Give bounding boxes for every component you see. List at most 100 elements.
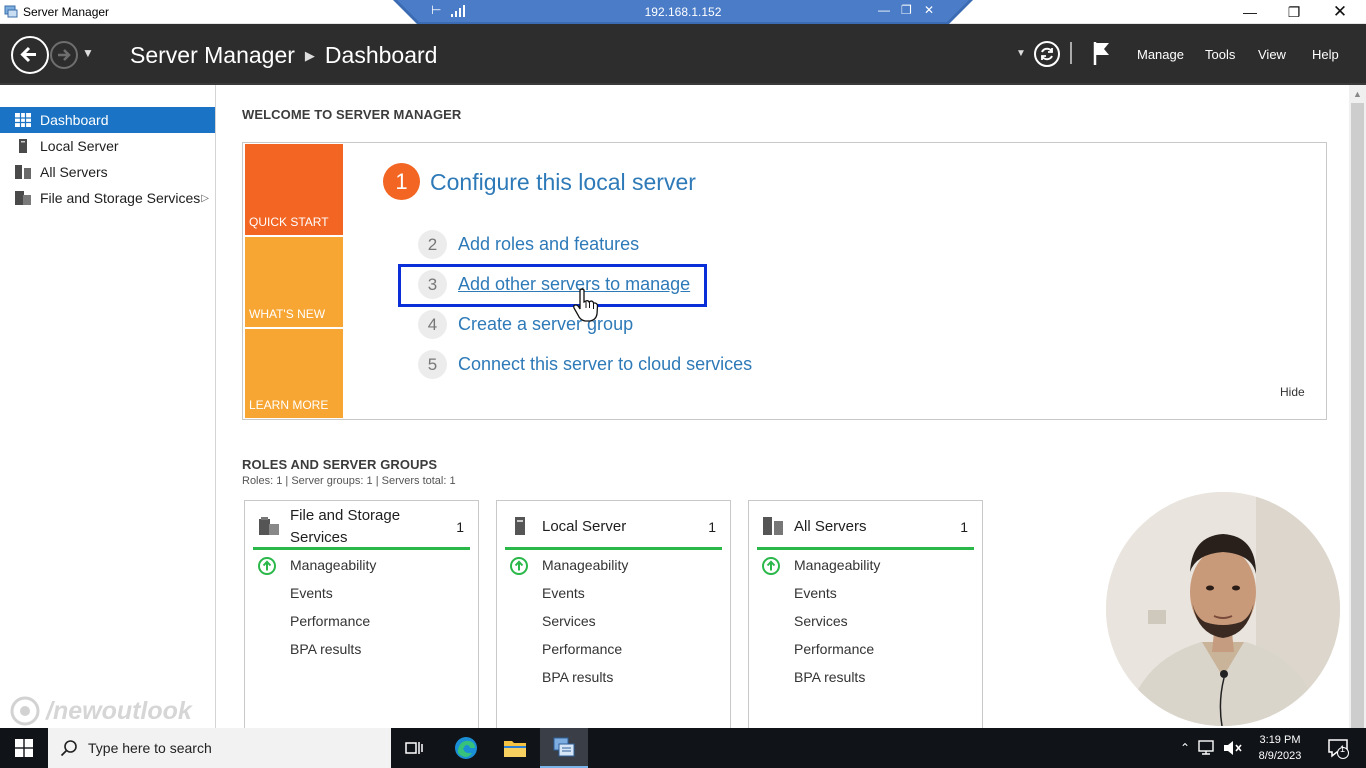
card-row-events[interactable]: Events — [794, 585, 837, 601]
hide-welcome-link[interactable]: Hide — [1280, 385, 1305, 399]
role-card-local-server[interactable]: Local Server 1 Manageability Events Serv… — [496, 500, 731, 740]
taskbar-search-box[interactable]: Type here to search — [48, 728, 391, 768]
start-button[interactable] — [0, 728, 48, 768]
card-title[interactable]: Local Server — [542, 516, 626, 538]
scrollbar-thumb[interactable] — [1351, 103, 1364, 743]
welcome-heading: WELCOME TO SERVER MANAGER — [242, 107, 462, 122]
create-server-group-link[interactable]: Create a server group — [458, 314, 633, 335]
rdp-restore-icon[interactable]: ❐ — [901, 3, 912, 17]
server-manager-taskbar-icon — [553, 737, 575, 757]
storage-icon — [259, 517, 279, 535]
sidebar-item-all-servers[interactable]: All Servers — [0, 159, 215, 185]
card-row-events[interactable]: Events — [290, 585, 333, 601]
presenter-webcam — [1106, 492, 1340, 726]
card-row-events[interactable]: Events — [542, 585, 585, 601]
forward-button[interactable] — [50, 41, 78, 69]
restore-button[interactable]: ❐ — [1271, 0, 1317, 24]
edge-browser-icon — [455, 737, 477, 759]
card-count: 1 — [708, 519, 716, 535]
taskbar-edge[interactable] — [442, 728, 490, 768]
card-row-manageability[interactable]: Manageability — [794, 557, 880, 573]
step-number-badge: 1 — [383, 163, 420, 200]
close-button[interactable]: ✕ — [1317, 0, 1363, 24]
card-row-services[interactable]: Services — [794, 613, 848, 629]
menu-view[interactable]: View — [1258, 47, 1286, 62]
task-view-icon — [405, 742, 423, 754]
card-count: 1 — [960, 519, 968, 535]
breadcrumb-root: Server Manager — [130, 42, 295, 68]
channel-watermark: /newoutlook — [10, 696, 192, 726]
sidebar-item-local-server[interactable]: Local Server — [0, 133, 215, 159]
network-icon[interactable] — [1198, 740, 1216, 756]
search-placeholder: Type here to search — [88, 740, 212, 756]
presenter-photo — [1106, 492, 1340, 726]
card-row-bpa[interactable]: BPA results — [794, 669, 865, 685]
card-row-bpa[interactable]: BPA results — [290, 641, 361, 657]
card-title[interactable]: File and Storage — [290, 505, 400, 527]
scroll-up-icon[interactable]: ▲ — [1353, 89, 1362, 99]
add-roles-features-link[interactable]: Add roles and features — [458, 234, 639, 255]
servers-icon — [763, 517, 783, 535]
sidebar-item-dashboard[interactable]: Dashboard — [0, 107, 215, 133]
notifications-icon — [1328, 739, 1349, 759]
server-manager-app-icon — [4, 5, 18, 18]
server-icon — [515, 517, 525, 535]
card-row-services[interactable]: Services — [542, 613, 596, 629]
step-number-badge: 4 — [418, 310, 447, 339]
task-view-button[interactable] — [391, 728, 439, 768]
configure-local-server-link[interactable]: Configure this local server — [430, 169, 696, 196]
minimize-button[interactable]: — — [1227, 0, 1273, 24]
step-number-badge: 5 — [418, 350, 447, 379]
menu-help[interactable]: Help — [1312, 47, 1339, 62]
rdp-close-icon[interactable]: ✕ — [924, 3, 934, 17]
server-icon — [19, 139, 27, 153]
role-card-all-servers[interactable]: All Servers 1 Manageability Events Servi… — [748, 500, 983, 740]
app-header: ▼ Server Manager ▶ Dashboard ▼ Manage To… — [0, 24, 1366, 85]
card-row-performance[interactable]: Performance — [794, 641, 874, 657]
status-ok-arrow-icon — [510, 557, 528, 575]
tutorial-highlight-box — [398, 264, 707, 307]
tab-quick-start[interactable]: QUICK START — [245, 144, 343, 235]
card-title[interactable]: All Servers — [794, 516, 867, 538]
refresh-dropdown-icon[interactable]: ▼ — [1016, 48, 1026, 59]
taskbar-server-manager[interactable] — [540, 728, 588, 768]
card-row-manageability[interactable]: Manageability — [290, 557, 376, 573]
connect-cloud-services-link[interactable]: Connect this server to cloud services — [458, 354, 752, 375]
menu-tools[interactable]: Tools — [1205, 47, 1235, 62]
windows-logo-icon — [15, 739, 33, 757]
taskbar-file-explorer[interactable] — [491, 728, 539, 768]
volume-muted-icon[interactable] — [1222, 740, 1242, 756]
card-row-bpa[interactable]: BPA results — [542, 669, 613, 685]
card-row-manageability[interactable]: Manageability — [542, 557, 628, 573]
card-row-performance[interactable]: Performance — [290, 613, 370, 629]
vertical-scrollbar[interactable]: ▲ — [1349, 85, 1366, 743]
sidebar-item-label: Local Server — [40, 138, 119, 154]
system-tray: ⌃ — [1180, 728, 1242, 768]
menu-manage[interactable]: Manage — [1137, 47, 1184, 62]
rdp-minimize-icon[interactable]: — — [878, 3, 890, 17]
sidebar-item-label: All Servers — [40, 164, 108, 180]
notifications-flag-icon[interactable] — [1092, 40, 1112, 66]
tab-learn-more[interactable]: LEARN MORE — [245, 329, 343, 418]
sidebar-item-file-storage[interactable]: File and Storage Services ▷ — [0, 185, 215, 211]
step-number-badge: 2 — [418, 230, 447, 259]
taskbar-clock[interactable]: 3:19 PM 8/9/2023 — [1252, 732, 1308, 764]
left-navigation: Dashboard Local Server All Servers File … — [0, 85, 216, 728]
action-center-button[interactable]: 1 — [1314, 728, 1362, 768]
expand-arrow-icon[interactable]: ▷ — [201, 193, 209, 204]
card-title-line2[interactable]: Services — [290, 527, 348, 549]
back-button[interactable] — [11, 36, 49, 74]
tab-whats-new[interactable]: WHAT'S NEW — [245, 237, 343, 327]
forward-arrow-icon — [58, 49, 71, 61]
rdp-connection-bar: ⊢ 192.168.1.152 — ❐ ✕ — [393, 0, 973, 24]
refresh-icon[interactable] — [1033, 40, 1061, 68]
header-divider — [1070, 42, 1072, 64]
roles-heading: ROLES AND SERVER GROUPS — [242, 457, 438, 472]
tray-overflow-chevron-icon[interactable]: ⌃ — [1180, 741, 1190, 755]
hand-cursor-icon — [573, 288, 599, 322]
status-ok-arrow-icon — [762, 557, 780, 575]
status-ok-arrow-icon — [258, 557, 276, 575]
card-row-performance[interactable]: Performance — [542, 641, 622, 657]
history-dropdown-icon[interactable]: ▼ — [82, 46, 94, 60]
role-card-file-storage[interactable]: File and Storage Services 1 Manageabilit… — [244, 500, 479, 740]
